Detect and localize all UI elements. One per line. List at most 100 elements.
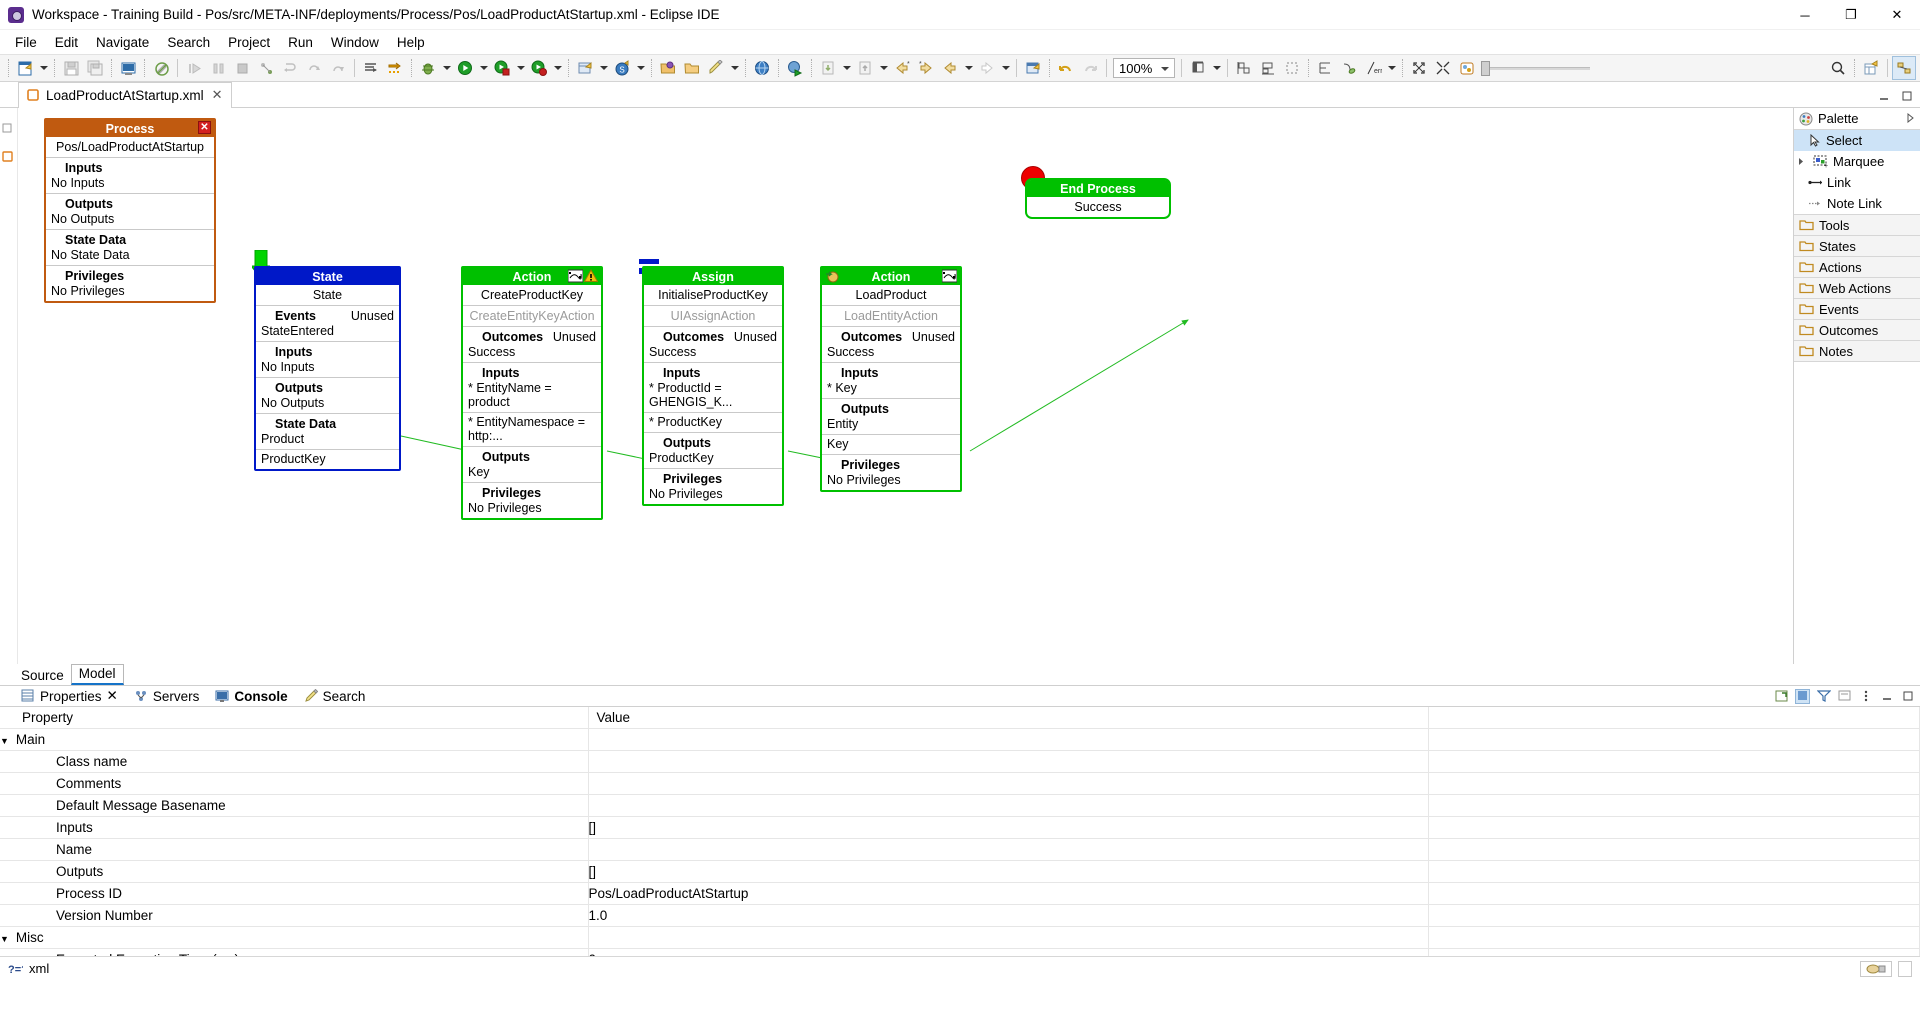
forward-annotation-icon[interactable]: * bbox=[914, 56, 938, 80]
canvas-zoom-slider[interactable] bbox=[1481, 60, 1590, 76]
filter-icon[interactable] bbox=[1816, 689, 1831, 704]
menu-help[interactable]: Help bbox=[388, 33, 434, 52]
table-row[interactable]: ▼ Main bbox=[0, 728, 1920, 751]
skip-breakpoints-icon[interactable] bbox=[383, 56, 407, 80]
statusbar-extra-icon[interactable] bbox=[1898, 960, 1912, 977]
node-state[interactable]: State State Events Unused StateEntered I… bbox=[254, 266, 401, 471]
coverage-dropdown-icon[interactable] bbox=[551, 56, 564, 80]
back-dropdown-icon[interactable] bbox=[962, 56, 975, 80]
table-row[interactable]: Outputs [] bbox=[0, 860, 1920, 883]
table-row[interactable]: Inputs [] bbox=[0, 816, 1920, 839]
maximize-view-icon[interactable] bbox=[1900, 89, 1914, 103]
palette-tool-select[interactable]: Select bbox=[1794, 130, 1920, 151]
open-folder-icon[interactable] bbox=[680, 56, 704, 80]
property-value[interactable]: [] bbox=[588, 816, 1429, 839]
new-file-icon[interactable] bbox=[13, 56, 37, 80]
menu-navigate[interactable]: Navigate bbox=[87, 33, 158, 52]
tab-search[interactable]: Search bbox=[297, 687, 373, 706]
auto-size-icon[interactable] bbox=[1280, 56, 1304, 80]
run-web-icon[interactable] bbox=[783, 56, 807, 80]
router-icon[interactable] bbox=[1337, 56, 1361, 80]
table-row[interactable]: Name bbox=[0, 838, 1920, 861]
table-row[interactable]: ▼ Misc bbox=[0, 926, 1920, 949]
tab-model[interactable]: Model bbox=[70, 664, 124, 685]
palette-tool-note-link[interactable]: Note Link bbox=[1794, 193, 1920, 214]
palette-toggle-icon[interactable] bbox=[1455, 56, 1479, 80]
property-value[interactable] bbox=[588, 750, 1429, 773]
back-annotation-icon[interactable]: * bbox=[890, 56, 914, 80]
view-menu-icon[interactable] bbox=[1837, 689, 1852, 704]
maximize-properties-icon[interactable] bbox=[1900, 689, 1915, 704]
properties-menu-icon[interactable] bbox=[1858, 689, 1873, 704]
save-all-icon[interactable] bbox=[83, 56, 107, 80]
spring-icon[interactable]: S bbox=[610, 56, 634, 80]
globe-icon[interactable] bbox=[750, 56, 774, 80]
property-value[interactable] bbox=[588, 794, 1429, 817]
palette-group-tools[interactable]: Tools bbox=[1794, 214, 1920, 235]
menu-edit[interactable]: Edit bbox=[46, 33, 87, 52]
font-dropdown-icon[interactable] bbox=[1385, 56, 1398, 80]
maximize-button[interactable]: ❐ bbox=[1828, 0, 1874, 30]
chevron-right-icon[interactable] bbox=[1798, 158, 1808, 165]
perspective-active-icon[interactable] bbox=[1892, 56, 1916, 80]
debug-icon[interactable] bbox=[416, 56, 440, 80]
editor-tab-loadproductatstartup[interactable]: LoadProductAtStartup.xml ✕ bbox=[18, 82, 232, 108]
palette-group-actions[interactable]: Actions bbox=[1794, 256, 1920, 277]
font-icon[interactable]: err bbox=[1361, 56, 1385, 80]
search-toolbar-icon[interactable] bbox=[1826, 56, 1850, 80]
node-assign[interactable]: Assign InitialiseProductKey UIAssignActi… bbox=[642, 266, 784, 506]
open-perspective-icon[interactable] bbox=[1859, 56, 1883, 80]
table-row[interactable]: Default Message Basename bbox=[0, 794, 1920, 817]
property-value[interactable]: 1.0 bbox=[588, 904, 1429, 927]
node-action-createproductkey[interactable]: Action CreateProductKey CreateEntityKeyA… bbox=[461, 266, 603, 520]
restore-icon[interactable] bbox=[1795, 688, 1810, 704]
property-value[interactable]: [] bbox=[588, 860, 1429, 883]
node-process[interactable]: Process ✕ Pos/LoadProductAtStartup Input… bbox=[44, 118, 216, 303]
export-dropdown-icon[interactable] bbox=[877, 56, 890, 80]
table-row[interactable]: Comments bbox=[0, 772, 1920, 795]
rail-outline-icon[interactable] bbox=[2, 150, 16, 164]
align-left-icon[interactable] bbox=[1186, 56, 1210, 80]
run-external-dropdown-icon[interactable] bbox=[514, 56, 527, 80]
palette-group-outcomes[interactable]: Outcomes bbox=[1794, 319, 1920, 340]
debug-dropdown-icon[interactable] bbox=[440, 56, 453, 80]
palette-group-notes[interactable]: Notes bbox=[1794, 340, 1920, 361]
property-group-main[interactable]: ▼ Main bbox=[0, 728, 589, 751]
menu-file[interactable]: File bbox=[6, 33, 46, 52]
menu-project[interactable]: Project bbox=[219, 33, 279, 52]
new-server-icon[interactable] bbox=[573, 56, 597, 80]
pencil-dropdown-icon[interactable] bbox=[728, 56, 741, 80]
new-server-dropdown-icon[interactable] bbox=[597, 56, 610, 80]
new-task-icon[interactable] bbox=[359, 56, 383, 80]
tab-close-icon[interactable]: ✕ bbox=[107, 688, 118, 704]
minimize-properties-icon[interactable] bbox=[1879, 689, 1894, 704]
menu-search[interactable]: Search bbox=[158, 33, 219, 52]
property-value[interactable] bbox=[588, 926, 1429, 949]
run-icon[interactable] bbox=[453, 56, 477, 80]
rail-collapse-icon[interactable] bbox=[2, 122, 16, 136]
chevron-down-icon[interactable]: ▼ bbox=[0, 736, 9, 746]
print-icon[interactable] bbox=[116, 56, 140, 80]
align-dropdown-icon[interactable] bbox=[1210, 56, 1223, 80]
node-action-loadproduct[interactable]: Action LoadProduct LoadEntityAction Outc… bbox=[820, 266, 962, 492]
palette-group-events[interactable]: Events bbox=[1794, 298, 1920, 319]
tab-servers[interactable]: Servers bbox=[127, 687, 207, 706]
back-icon[interactable] bbox=[938, 56, 962, 80]
save-icon[interactable] bbox=[59, 56, 83, 80]
slider-track[interactable] bbox=[1490, 66, 1590, 70]
collapse-all-icon[interactable] bbox=[1431, 56, 1455, 80]
new-diagram-icon[interactable] bbox=[1021, 56, 1045, 80]
process-diagram-canvas[interactable]: Process ✕ Pos/LoadProductAtStartup Input… bbox=[18, 108, 1794, 664]
menu-run[interactable]: Run bbox=[279, 33, 322, 52]
close-button[interactable]: ✕ bbox=[1874, 0, 1920, 30]
coverage-icon[interactable] bbox=[527, 56, 551, 80]
spring-dropdown-icon[interactable] bbox=[634, 56, 647, 80]
run-external-icon[interactable] bbox=[490, 56, 514, 80]
pin-icon[interactable] bbox=[1774, 689, 1789, 704]
palette-collapse-icon[interactable] bbox=[1905, 111, 1915, 126]
minimize-button[interactable]: ─ bbox=[1782, 0, 1828, 30]
menu-window[interactable]: Window bbox=[322, 33, 388, 52]
pencil-icon[interactable] bbox=[704, 56, 728, 80]
table-row[interactable]: Version Number 1.0 bbox=[0, 904, 1920, 927]
tab-properties[interactable]: Properties ✕ bbox=[14, 686, 125, 706]
